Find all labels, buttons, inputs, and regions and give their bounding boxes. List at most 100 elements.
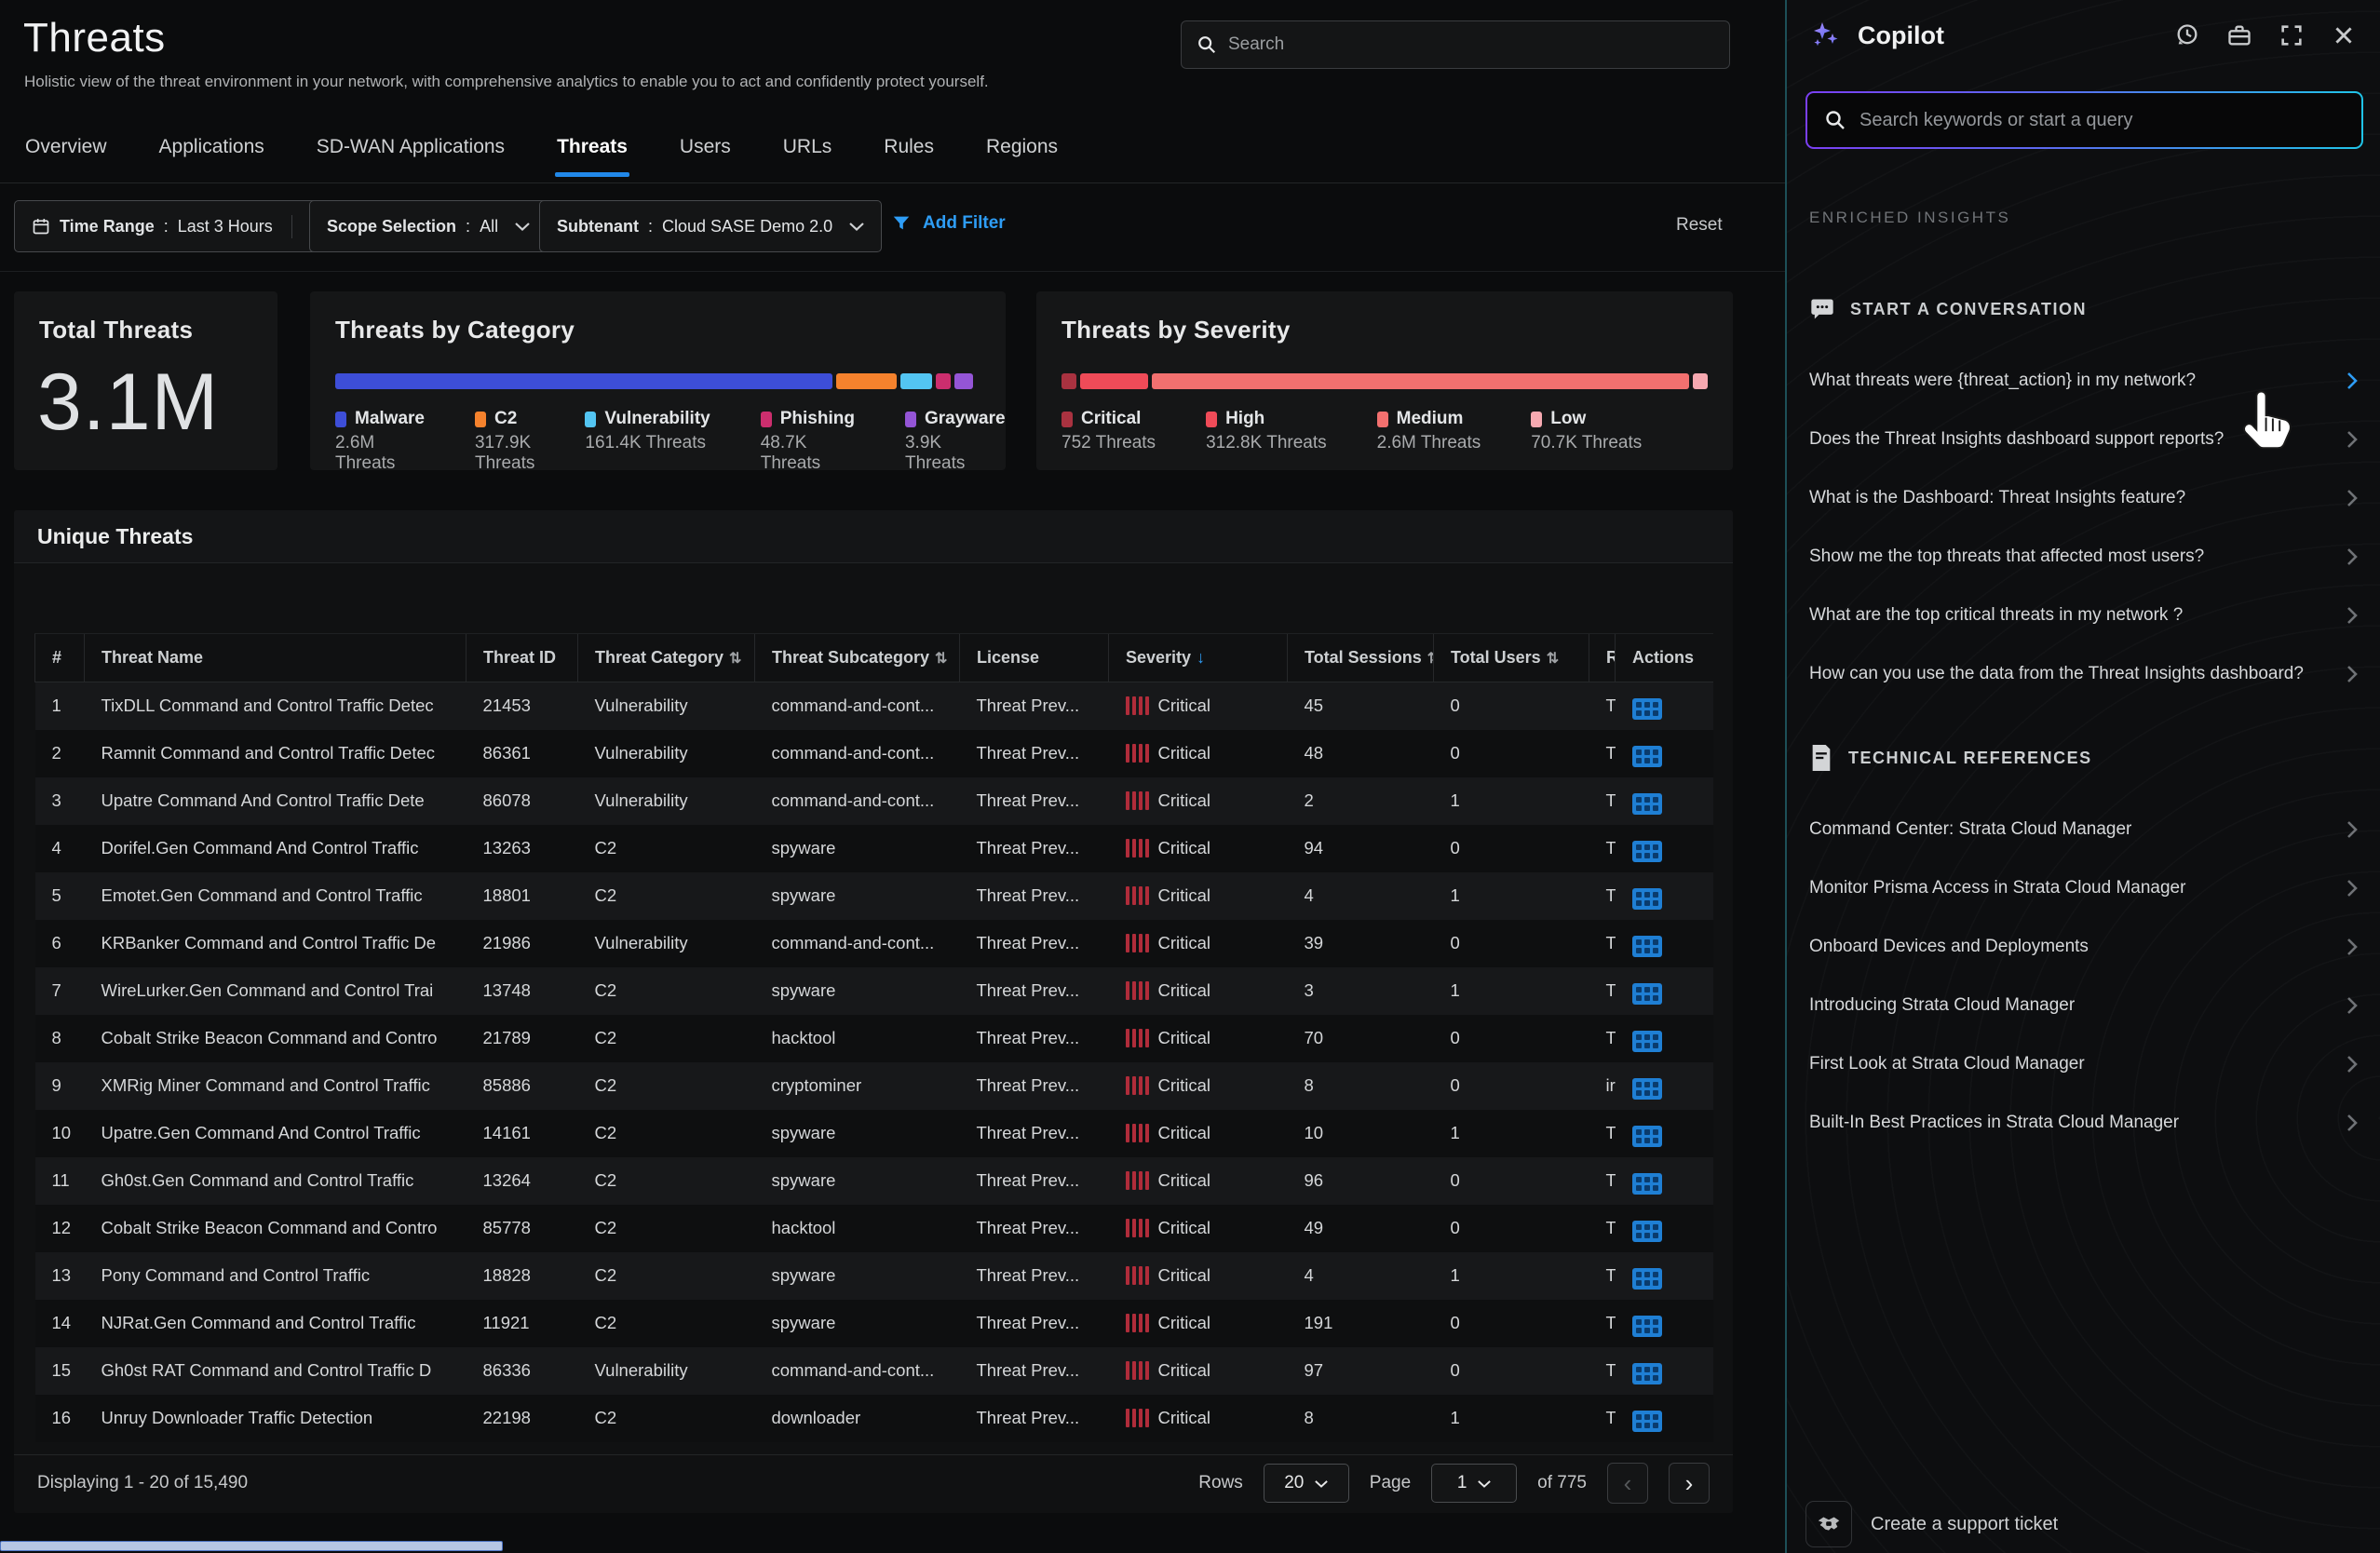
open-log-table-icon[interactable] — [1632, 888, 1662, 910]
threat-name-link[interactable]: TixDLL Command and Control Traffic Detec — [85, 682, 467, 730]
subtenant-filter-chip[interactable]: Subtenant : Cloud SASE Demo 2.0 — [539, 200, 882, 252]
threat-name-link[interactable]: Ramnit Command and Control Traffic Detec — [85, 730, 467, 777]
open-log-table-icon[interactable] — [1632, 936, 1662, 957]
column-header[interactable]: Threat Category⇅ — [578, 634, 755, 682]
tab[interactable]: Rules — [882, 136, 936, 171]
open-log-table-icon[interactable] — [1632, 1173, 1662, 1195]
rule-link[interactable]: T — [1589, 1157, 1616, 1205]
column-header[interactable]: R — [1589, 634, 1616, 682]
rule-link[interactable]: T — [1589, 825, 1616, 872]
threat-id-link[interactable]: 86078 — [467, 777, 578, 825]
page-select[interactable]: 1 — [1431, 1464, 1517, 1503]
rule-link[interactable]: T — [1589, 1252, 1616, 1300]
table-row[interactable]: 4 Dorifel.Gen Command And Control Traffi… — [35, 825, 1713, 872]
sort-icon[interactable]: ⇅ — [729, 651, 741, 667]
conversation-suggestion[interactable]: What threats were {threat_action} in my … — [1787, 351, 2380, 410]
bar-segment[interactable] — [1693, 373, 1708, 389]
table-row[interactable]: 8 Cobalt Strike Beacon Command and Contr… — [35, 1015, 1713, 1062]
threat-name-link[interactable]: Gh0st RAT Command and Control Traffic D — [85, 1347, 467, 1395]
table-row[interactable]: 13 Pony Command and Control Traffic 1882… — [35, 1252, 1713, 1300]
threat-name-link[interactable]: Upatre.Gen Command And Control Traffic — [85, 1110, 467, 1157]
rule-link[interactable]: ir — [1589, 1062, 1616, 1110]
threat-id-link[interactable]: 21789 — [467, 1015, 578, 1062]
rule-link[interactable]: T — [1589, 1110, 1616, 1157]
rule-link[interactable]: T — [1589, 777, 1616, 825]
threat-name-link[interactable]: Dorifel.Gen Command And Control Traffic — [85, 825, 467, 872]
bar-segment[interactable] — [335, 373, 832, 389]
threat-name-link[interactable]: Cobalt Strike Beacon Command and Contro — [85, 1205, 467, 1252]
threat-name-link[interactable]: Upatre Command And Control Traffic Dete — [85, 777, 467, 825]
rule-link[interactable]: T — [1589, 872, 1616, 920]
rule-link[interactable]: T — [1589, 920, 1616, 967]
time-range-filter-chip[interactable]: Time Range : Last 3 Hours ✕ — [14, 200, 341, 252]
table-row[interactable]: 15 Gh0st RAT Command and Control Traffic… — [35, 1347, 1713, 1395]
column-header[interactable]: Threat Subcategory⇅ — [755, 634, 960, 682]
tab[interactable]: Users — [678, 136, 733, 171]
threat-id-link[interactable]: 18828 — [467, 1252, 578, 1300]
sort-icon[interactable]: ⇅ — [935, 651, 947, 667]
rule-link[interactable]: T — [1589, 967, 1616, 1015]
table-row[interactable]: 10 Upatre.Gen Command And Control Traffi… — [35, 1110, 1713, 1157]
threat-id-link[interactable]: 21986 — [467, 920, 578, 967]
tab[interactable]: Regions — [984, 136, 1060, 171]
rule-link[interactable]: T — [1589, 682, 1616, 730]
column-header[interactable]: Threat Name — [85, 634, 467, 682]
table-row[interactable]: 11 Gh0st.Gen Command and Control Traffic… — [35, 1157, 1713, 1205]
rule-link[interactable]: T — [1589, 1205, 1616, 1252]
next-page-button[interactable]: › — [1669, 1463, 1710, 1504]
threat-id-link[interactable]: 14161 — [467, 1110, 578, 1157]
threat-id-link[interactable]: 18801 — [467, 872, 578, 920]
column-header[interactable]: # — [35, 634, 85, 682]
open-log-table-icon[interactable] — [1632, 1126, 1662, 1147]
threat-name-link[interactable]: Unruy Downloader Traffic Detection — [85, 1395, 467, 1442]
tab[interactable]: Threats — [555, 136, 629, 171]
global-search[interactable] — [1181, 20, 1730, 69]
column-header[interactable]: Severity↓ — [1109, 634, 1288, 682]
open-log-table-icon[interactable] — [1632, 1316, 1662, 1337]
bar-segment[interactable] — [1062, 373, 1076, 389]
threat-id-link[interactable]: 85886 — [467, 1062, 578, 1110]
threat-name-link[interactable]: NJRat.Gen Command and Control Traffic — [85, 1300, 467, 1347]
history-icon[interactable] — [2173, 21, 2201, 49]
rows-per-page-select[interactable]: 20 — [1264, 1464, 1349, 1503]
expand-icon[interactable] — [2278, 21, 2306, 49]
bar-segment[interactable] — [900, 373, 931, 389]
previous-page-button[interactable]: ‹ — [1607, 1463, 1648, 1504]
column-header[interactable]: License — [960, 634, 1109, 682]
threat-id-link[interactable]: 13748 — [467, 967, 578, 1015]
threat-id-link[interactable]: 13263 — [467, 825, 578, 872]
open-log-table-icon[interactable] — [1632, 1411, 1662, 1432]
column-header[interactable]: Threat ID — [467, 634, 578, 682]
table-row[interactable]: 5 Emotet.Gen Command and Control Traffic… — [35, 872, 1713, 920]
reference-link[interactable]: Introducing Strata Cloud Manager — [1787, 976, 2380, 1034]
briefcase-icon[interactable] — [2225, 21, 2253, 49]
rule-link[interactable]: T — [1589, 1347, 1616, 1395]
threat-name-link[interactable]: WireLurker.Gen Command and Control Trai — [85, 967, 467, 1015]
column-header[interactable]: Total Users⇅ — [1434, 634, 1589, 682]
close-icon[interactable] — [2330, 21, 2358, 49]
column-header[interactable]: Actions — [1616, 634, 1713, 682]
tab[interactable]: SD-WAN Applications — [315, 136, 507, 171]
sort-icon[interactable]: ⇅ — [1427, 651, 1434, 667]
bar-segment[interactable] — [954, 373, 973, 389]
open-log-table-icon[interactable] — [1632, 1078, 1662, 1100]
sort-icon[interactable]: ↓ — [1197, 648, 1205, 667]
table-row[interactable]: 3 Upatre Command And Control Traffic Det… — [35, 777, 1713, 825]
bar-segment[interactable] — [836, 373, 898, 389]
create-support-ticket[interactable]: Create a support ticket — [1805, 1501, 2058, 1547]
rule-link[interactable]: T — [1589, 1015, 1616, 1062]
threat-id-link[interactable]: 21453 — [467, 682, 578, 730]
sort-icon[interactable]: ⇅ — [1547, 651, 1559, 667]
table-row[interactable]: 14 NJRat.Gen Command and Control Traffic… — [35, 1300, 1713, 1347]
bar-segment[interactable] — [1080, 373, 1148, 389]
threat-name-link[interactable]: Emotet.Gen Command and Control Traffic — [85, 872, 467, 920]
tab[interactable]: Applications — [157, 136, 266, 171]
rule-link[interactable]: T — [1589, 1395, 1616, 1442]
bar-segment[interactable] — [1152, 373, 1689, 389]
table-row[interactable]: 2 Ramnit Command and Control Traffic Det… — [35, 730, 1713, 777]
open-log-table-icon[interactable] — [1632, 1031, 1662, 1052]
threat-id-link[interactable]: 13264 — [467, 1157, 578, 1205]
copilot-search-input[interactable] — [1859, 110, 2345, 131]
scope-selection-filter-chip[interactable]: Scope Selection : All — [309, 200, 548, 252]
reference-link[interactable]: Monitor Prisma Access in Strata Cloud Ma… — [1787, 858, 2380, 917]
